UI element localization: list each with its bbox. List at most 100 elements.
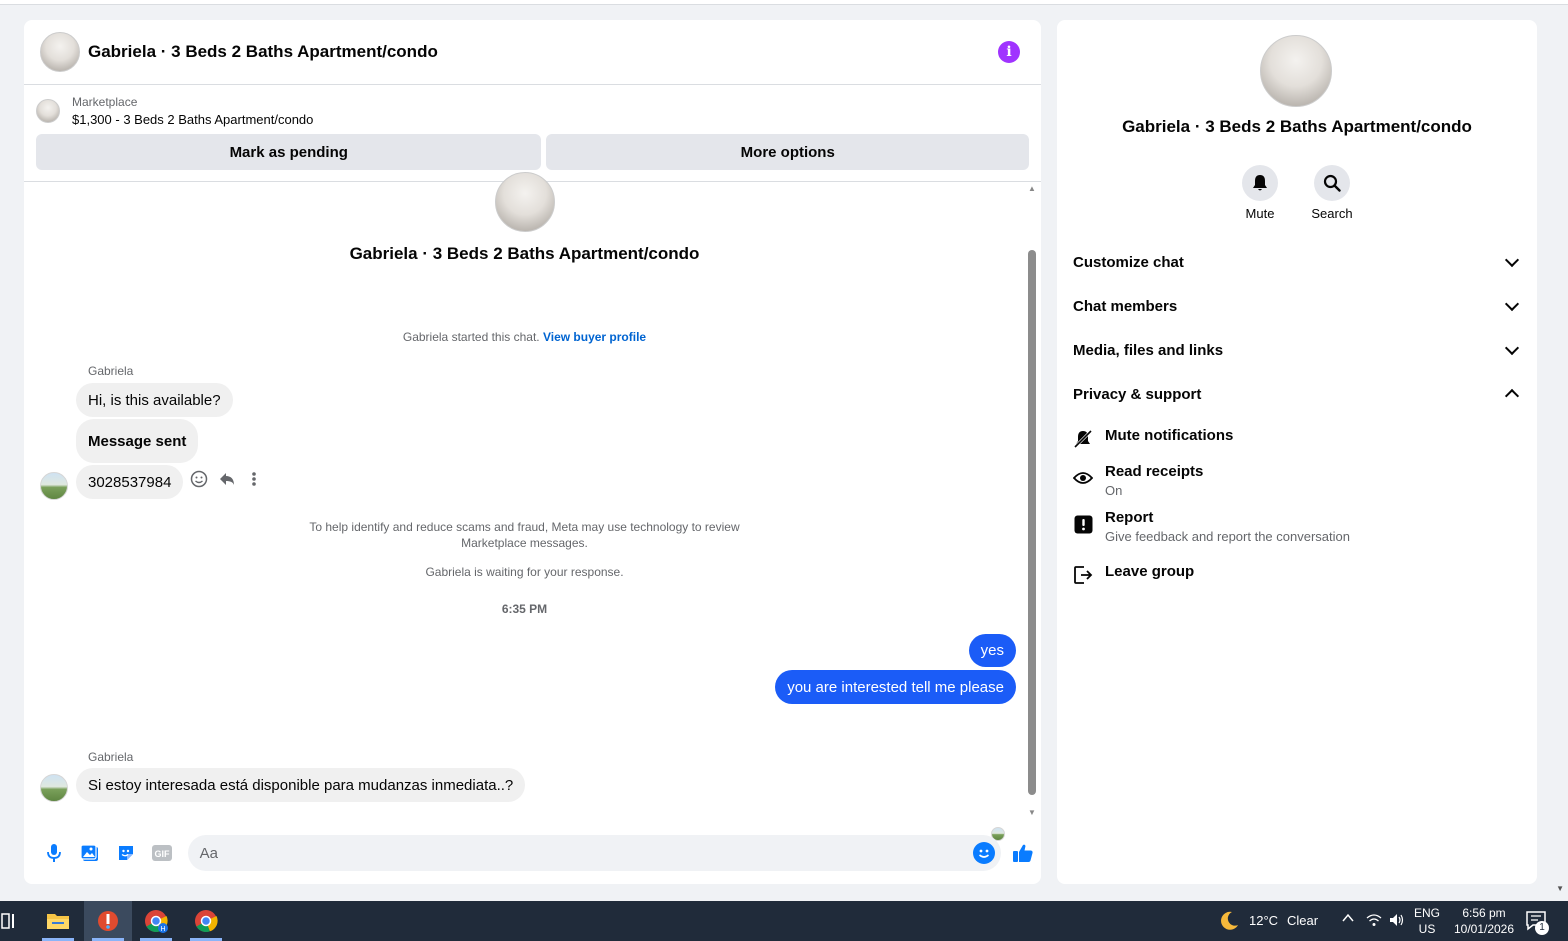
- message-timestamp: 6:35 PM: [501, 602, 548, 616]
- media-files-links-section[interactable]: Media, files and links: [1073, 330, 1523, 370]
- like-icon[interactable]: [1005, 835, 1041, 871]
- chat-header: Gabriela · 3 Beds 2 Baths Apartment/cond…: [24, 20, 1041, 85]
- incoming-message[interactable]: Hi, is this available?: [76, 383, 233, 417]
- message-input[interactable]: Aa: [187, 835, 1002, 871]
- incoming-message[interactable]: 3028537984: [76, 465, 184, 499]
- sender-avatar[interactable]: [40, 774, 68, 802]
- gif-icon[interactable]: GIF: [144, 835, 180, 871]
- chat-members-section[interactable]: Chat members: [1073, 286, 1523, 326]
- chat-started-text: Gabriela started this chat.: [402, 330, 540, 344]
- listing-source: Marketplace: [72, 95, 138, 109]
- search-icon: [1314, 165, 1350, 201]
- clock-time: 6:56 pm: [1462, 906, 1506, 920]
- weather-temperature[interactable]: 12°C: [1249, 913, 1278, 928]
- chevron-down-icon: [1504, 296, 1520, 312]
- sender-avatar[interactable]: [40, 472, 68, 500]
- keyboard-region: US: [1418, 922, 1436, 936]
- info-icon[interactable]: i: [998, 41, 1020, 63]
- scroll-thumb[interactable]: [1028, 250, 1036, 795]
- report-description: Give feedback and report the conversatio…: [1105, 529, 1350, 544]
- svg-text:GIF: GIF: [154, 849, 170, 859]
- message-input-placeholder: Aa: [199, 844, 218, 862]
- read-receipts-option[interactable]: Read receipts On: [1073, 463, 1203, 498]
- leave-group-option[interactable]: Leave group: [1073, 563, 1194, 585]
- chat-avatar[interactable]: [40, 32, 80, 72]
- privacy-support-label: Privacy & support: [1073, 385, 1202, 403]
- file-explorer-icon[interactable]: [34, 901, 82, 941]
- mute-label: Mute: [1245, 206, 1275, 221]
- chevron-up-icon: [1504, 388, 1520, 404]
- photo-icon[interactable]: [72, 835, 108, 871]
- svg-text:H: H: [160, 926, 165, 933]
- taskbar: H 12°C Clear ENG US 6:56 pm 10/01/2026 1: [0, 901, 1568, 941]
- leave-icon: [1073, 565, 1093, 585]
- read-receipts-label: Read receipts: [1105, 463, 1204, 480]
- report-icon: [1073, 514, 1093, 534]
- search-button[interactable]: Search: [1302, 165, 1362, 221]
- thread-title: Gabriela · 3 Beds 2 Baths Apartment/cond…: [349, 244, 700, 263]
- bell-off-icon: [1073, 429, 1093, 449]
- chevron-down-icon: [1504, 252, 1520, 268]
- chat-header-title[interactable]: Gabriela · 3 Beds 2 Baths Apartment/cond…: [88, 42, 998, 62]
- wifi-icon[interactable]: [1366, 913, 1382, 930]
- sender-name: Gabriela: [88, 364, 134, 378]
- report-option[interactable]: Report Give feedback and report the conv…: [1073, 509, 1350, 544]
- view-buyer-profile-link[interactable]: View buyer profile: [543, 330, 646, 344]
- incoming-message[interactable]: Message sent: [76, 419, 199, 463]
- volume-icon[interactable]: [1389, 913, 1405, 930]
- media-files-links-label: Media, files and links: [1073, 341, 1224, 359]
- clock[interactable]: 6:56 pm 10/01/2026: [1446, 905, 1522, 937]
- listing-banner: Marketplace $1,300 - 3 Beds 2 Baths Apar…: [24, 85, 1041, 182]
- incoming-message[interactable]: Si estoy interesada está disponible para…: [76, 768, 526, 802]
- listing-summary[interactable]: $1,300 - 3 Beds 2 Baths Apartment/condo: [72, 112, 313, 127]
- chat-details-panel: Gabriela · 3 Beds 2 Baths Apartment/cond…: [1057, 20, 1537, 884]
- scroll-up-arrow[interactable]: ▲: [1027, 184, 1037, 193]
- reply-icon[interactable]: [218, 470, 236, 493]
- thread-scrollbar[interactable]: ▲ ▼: [1027, 184, 1037, 820]
- language-indicator[interactable]: ENG US: [1411, 905, 1443, 937]
- react-icon[interactable]: [190, 470, 208, 493]
- fraud-notice-line1: To help identify and reduce scams and fr…: [309, 520, 740, 534]
- leave-group-label: Leave group: [1105, 563, 1195, 580]
- moon-icon[interactable]: [1205, 901, 1253, 941]
- outgoing-message[interactable]: you are interested tell me please: [775, 670, 1016, 704]
- mute-button[interactable]: Mute: [1230, 165, 1290, 221]
- chat-panel: Gabriela · 3 Beds 2 Baths Apartment/cond…: [24, 20, 1041, 884]
- details-title: Gabriela · 3 Beds 2 Baths Apartment/cond…: [1122, 117, 1472, 136]
- search-label: Search: [1311, 206, 1353, 221]
- read-receipts-status: On: [1105, 483, 1123, 498]
- chrome-icon[interactable]: H: [132, 901, 180, 941]
- more-actions-icon[interactable]: [250, 470, 258, 493]
- chat-members-label: Chat members: [1073, 297, 1178, 315]
- more-options-button[interactable]: More options: [546, 134, 1029, 170]
- bell-icon: [1242, 165, 1278, 201]
- mute-notifications-option[interactable]: Mute notifications: [1073, 427, 1233, 449]
- emoji-icon[interactable]: [973, 842, 996, 864]
- privacy-support-section[interactable]: Privacy & support: [1073, 374, 1523, 414]
- notification-badge: 1: [1535, 921, 1549, 935]
- fraud-notice-line2: Marketplace messages.: [461, 536, 588, 550]
- outgoing-message[interactable]: yes: [968, 634, 1016, 667]
- chevron-up-icon[interactable]: [1341, 911, 1355, 928]
- report-label: Report: [1105, 509, 1154, 526]
- listing-thumbnail[interactable]: [36, 99, 60, 123]
- page-scroll-down-arrow[interactable]: ▼: [1556, 884, 1564, 893]
- customize-chat-section[interactable]: Customize chat: [1073, 242, 1523, 282]
- mark-as-pending-button[interactable]: Mark as pending: [36, 134, 542, 170]
- task-view-icon[interactable]: [0, 901, 34, 941]
- scroll-down-arrow[interactable]: ▼: [1027, 808, 1037, 817]
- message-thread: Gabriela · 3 Beds 2 Baths Apartment/cond…: [24, 172, 1041, 841]
- details-avatar: [1260, 35, 1332, 107]
- microphone-icon[interactable]: [36, 835, 72, 871]
- weather-description[interactable]: Clear: [1287, 913, 1318, 928]
- sticker-icon[interactable]: [108, 835, 144, 871]
- app-icon-active[interactable]: [84, 901, 132, 941]
- eye-icon: [1073, 468, 1093, 488]
- message-composer: GIF Aa: [24, 822, 1041, 884]
- chevron-down-icon: [1504, 340, 1520, 356]
- chrome-icon[interactable]: [182, 901, 230, 941]
- language-code: ENG: [1413, 906, 1440, 920]
- chat-started-notice: Gabriela started this chat. View buyer p…: [24, 329, 1025, 345]
- customize-chat-label: Customize chat: [1073, 253, 1184, 271]
- clock-date: 10/01/2026: [1453, 922, 1515, 936]
